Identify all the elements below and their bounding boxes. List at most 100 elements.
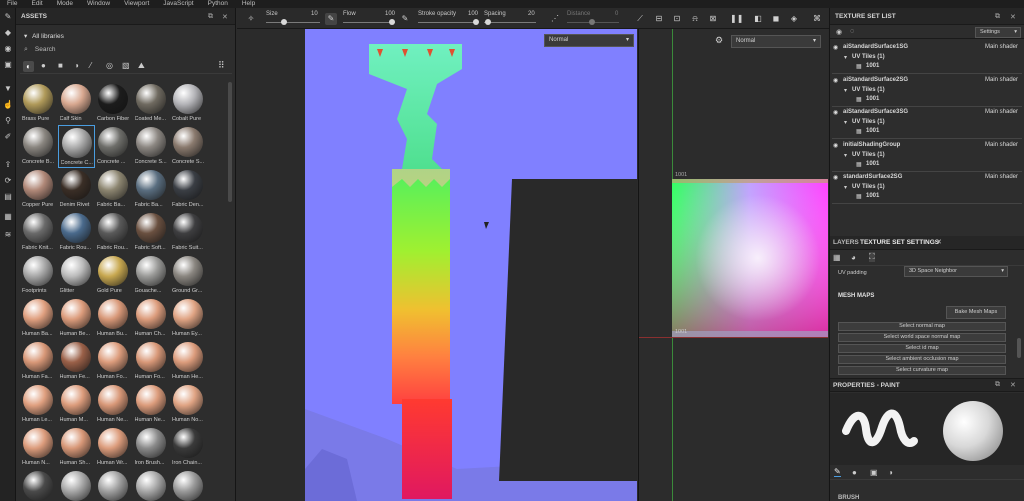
material-tile[interactable]: Fabric Rou... <box>58 211 95 254</box>
search-input[interactable]: Search <box>35 46 56 53</box>
texture-set-shader[interactable]: Main shader <box>985 44 1024 54</box>
pen-pressure-icon[interactable]: ✎ <box>325 13 337 25</box>
uv-tile-id[interactable]: 1001 <box>866 193 1024 203</box>
assets-scrollbar[interactable] <box>228 82 232 202</box>
material-tile[interactable]: Human N... <box>20 426 57 469</box>
stencil-properties-icon[interactable]: ▣ <box>870 468 878 477</box>
environments-filter-icon[interactable]: ⛰ <box>138 61 145 71</box>
chevron-down-icon[interactable]: ▾ <box>844 54 847 61</box>
brush-properties-icon[interactable]: ✎ <box>834 467 841 477</box>
material-tile[interactable]: Fabric Den... <box>170 168 207 211</box>
size-slider[interactable] <box>266 22 320 23</box>
close-icon[interactable]: ✕ <box>222 13 228 21</box>
chevron-down-icon[interactable]: ▾ <box>844 184 847 191</box>
mirror-y-icon[interactable]: ⊡ <box>671 13 683 25</box>
material-tile[interactable]: Carbon Fiber <box>95 82 132 125</box>
material-tile[interactable]: Human Fe... <box>58 340 95 383</box>
search-field[interactable]: ⌕ Search <box>24 46 229 56</box>
material-tile[interactable]: Concrete S... <box>133 125 170 168</box>
export-icon[interactable]: ⇪ <box>3 160 13 170</box>
select-map-button[interactable]: Select world space normal map <box>838 333 1006 342</box>
screenshot-icon[interactable]: ⌘ <box>811 13 823 25</box>
material-tile[interactable]: Iron Brush... <box>133 426 170 469</box>
tss-scrollbar[interactable] <box>1017 338 1021 358</box>
material-tile[interactable]: Fabric Knit... <box>20 211 57 254</box>
select-map-button[interactable]: Select normal map <box>838 322 1006 331</box>
material-tile[interactable]: Human Ey... <box>170 297 207 340</box>
material-tile[interactable]: Human Fo... <box>95 340 132 383</box>
paint-through-icon[interactable]: ⍾ <box>689 13 701 25</box>
materials-filter-icon[interactable]: ◐ <box>23 61 34 72</box>
material-tile[interactable] <box>58 469 95 501</box>
grid-view-icon[interactable]: ⠿ <box>218 60 225 71</box>
clone-tool-icon[interactable]: ⚲ <box>3 116 13 126</box>
select-map-button[interactable]: Select curvature map <box>838 366 1006 375</box>
textures-filter-icon[interactable]: ■ <box>58 61 63 70</box>
material-tile[interactable]: Iron Chain... <box>170 426 207 469</box>
material-tile[interactable]: Fabric Suit... <box>170 211 207 254</box>
material-tile[interactable]: Ground Gr... <box>170 254 207 297</box>
flow-value[interactable]: 100 <box>385 11 395 17</box>
spacing-slider-handle[interactable] <box>485 19 491 25</box>
brush-tool-icon[interactable]: ✎ <box>3 12 13 22</box>
uv-tile-id[interactable]: 1001 <box>866 63 1024 73</box>
material-tile[interactable]: Human Bu... <box>95 297 132 340</box>
material-tile[interactable]: Footprints <box>20 254 57 297</box>
layers-icon[interactable]: ≋ <box>3 230 13 240</box>
menu-item-viewport[interactable]: Viewport <box>117 0 156 8</box>
visibility-icon[interactable]: ◉ <box>833 109 838 116</box>
menu-item-javascript[interactable]: JavaScript <box>156 0 200 8</box>
stroke-opacity-handle[interactable] <box>473 19 479 25</box>
material-tile[interactable]: Fabric Soft... <box>133 211 170 254</box>
masks-filter-icon[interactable]: ◑ <box>74 61 79 70</box>
bake-mesh-maps-button[interactable]: Bake Mesh Maps <box>946 306 1006 319</box>
chevron-down-icon[interactable]: ▾ <box>844 119 847 126</box>
visibility-icon[interactable]: ◌ <box>850 28 854 35</box>
material-tile[interactable]: Concrete ... <box>95 125 132 168</box>
material-tile[interactable]: Human Ne... <box>133 383 170 426</box>
menu-item-edit[interactable]: Edit <box>24 0 49 8</box>
undock-icon[interactable]: ⧉ <box>995 13 1000 21</box>
material-tile[interactable]: Gouache... <box>133 254 170 297</box>
material-tile[interactable] <box>95 469 132 501</box>
uv-tile-id[interactable]: 1001 <box>866 161 1024 171</box>
material-tile[interactable]: Human Be... <box>58 297 95 340</box>
symmetry-icon[interactable]: ⟋ <box>634 13 646 25</box>
library-selector[interactable]: ▾ All libraries <box>24 32 64 40</box>
material-tile[interactable]: Cobalt Pure <box>170 82 207 125</box>
close-icon[interactable]: ✕ <box>1010 381 1016 389</box>
alpha-properties-icon[interactable]: ● <box>852 468 857 477</box>
size-value[interactable]: 10 <box>311 11 318 17</box>
texture-set-shader[interactable]: Main shader <box>985 77 1024 87</box>
select-map-button[interactable]: Select ambient occlusion map <box>838 355 1006 364</box>
material-tile[interactable]: Gold Pure <box>95 254 132 297</box>
menu-item-help[interactable]: Help <box>235 0 262 8</box>
uv-tile-id[interactable]: 1001 <box>866 96 1024 106</box>
material-tile[interactable]: Human Ch... <box>133 297 170 340</box>
texture-set-shader[interactable]: Main shader <box>985 109 1024 119</box>
material-tile[interactable] <box>170 469 207 501</box>
material-tile[interactable]: Human No... <box>170 383 207 426</box>
material-tile[interactable]: Fabric Ba... <box>133 168 170 211</box>
tab-texture-set-settings[interactable]: TEXTURE SET SETTINGS <box>860 239 939 246</box>
material-tile[interactable]: Calf Skin <box>58 82 95 125</box>
settings-dropdown[interactable]: Settings ▾ <box>975 27 1021 38</box>
grid-icon[interactable]: ▦ <box>833 253 841 262</box>
undock-icon[interactable]: ⧉ <box>208 13 213 21</box>
chevron-down-icon[interactable]: ▾ <box>844 152 847 159</box>
material-tile[interactable]: Human He... <box>170 340 207 383</box>
chevron-down-icon[interactable]: ▾ <box>844 87 847 94</box>
view-toggle-icon[interactable]: ◉ <box>836 28 842 36</box>
material-tile[interactable]: Human Fo... <box>133 340 170 383</box>
view-mode-icon[interactable]: ◧ <box>752 13 764 25</box>
uv-view-settings-icon[interactable]: ⚙ <box>715 35 723 46</box>
material-tile[interactable]: Brass Pure <box>20 82 57 125</box>
material-tile[interactable]: Human Sh... <box>58 426 95 469</box>
select-map-button[interactable]: Select id map <box>838 344 1006 353</box>
grunges-filter-icon[interactable]: ▧ <box>122 61 130 70</box>
material-tile[interactable]: Human Ba... <box>20 297 57 340</box>
material-tile[interactable] <box>20 469 57 501</box>
bake-icon[interactable]: ⟳ <box>3 176 13 186</box>
viewport-3d[interactable] <box>237 29 637 501</box>
smart-materials-filter-icon[interactable]: ● <box>41 61 46 70</box>
